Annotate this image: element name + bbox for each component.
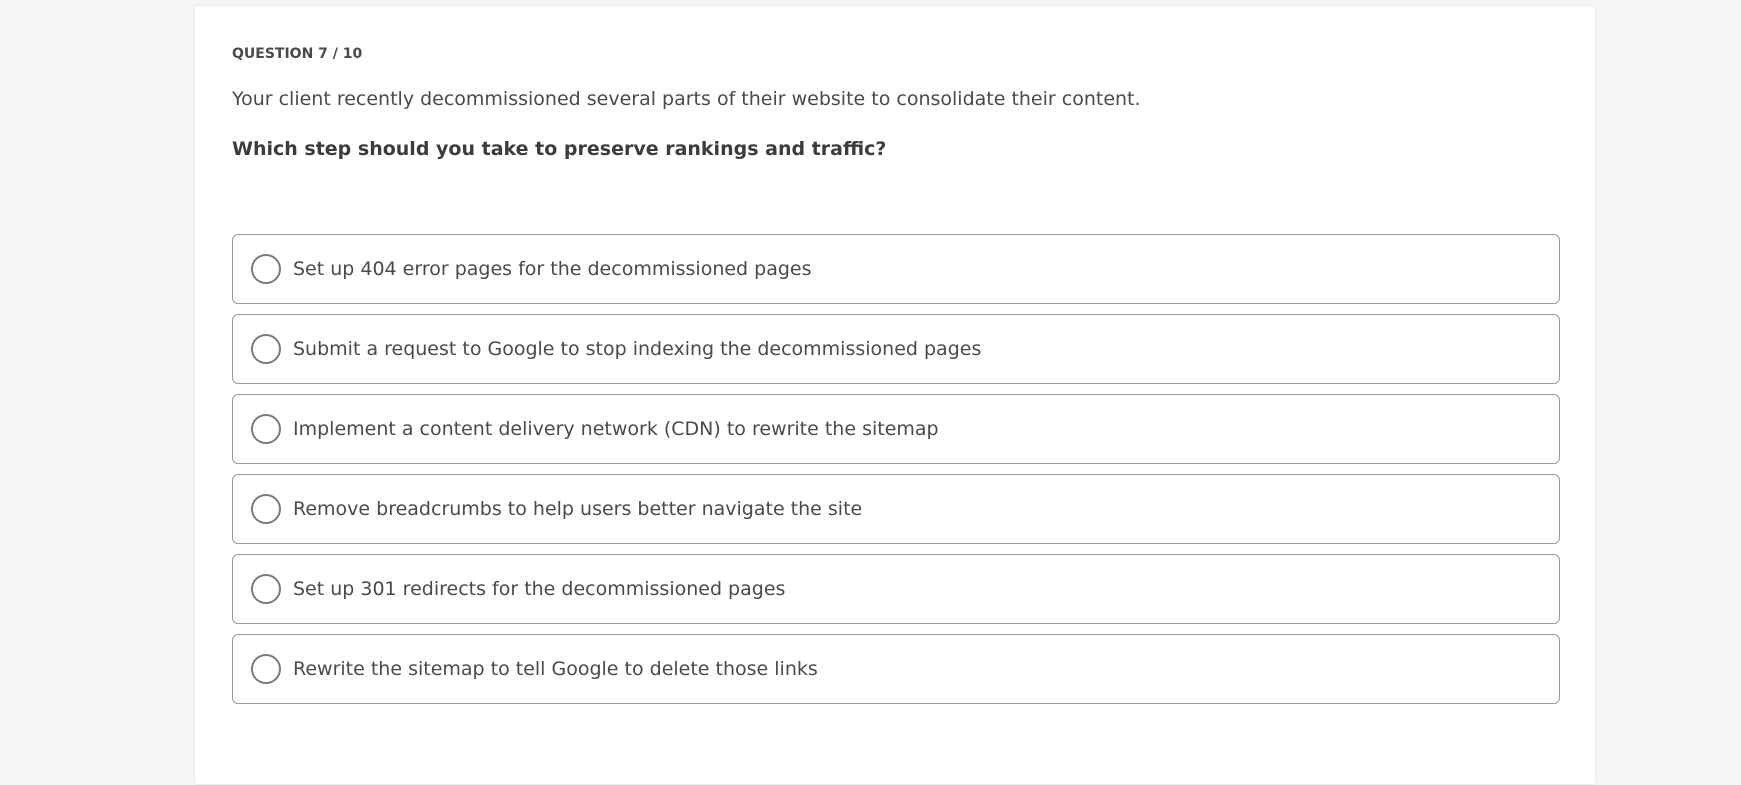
answer-option-label: Set up 301 redirects for the decommissio… xyxy=(293,578,786,600)
question-counter: QUESTION 7 / 10 xyxy=(232,46,363,62)
radio-unchecked-icon[interactable] xyxy=(251,414,281,444)
question-card: QUESTION 7 / 10 Your client recently dec… xyxy=(194,5,1596,785)
answer-option-label: Implement a content delivery network (CD… xyxy=(293,418,939,440)
answer-option-5[interactable]: Set up 301 redirects for the decommissio… xyxy=(232,554,1560,624)
radio-unchecked-icon[interactable] xyxy=(251,334,281,364)
radio-unchecked-icon[interactable] xyxy=(251,574,281,604)
answer-option-label: Remove breadcrumbs to help users better … xyxy=(293,498,863,520)
radio-unchecked-icon[interactable] xyxy=(251,654,281,684)
answer-option-3[interactable]: Implement a content delivery network (CD… xyxy=(232,394,1560,464)
answer-options: Set up 404 error pages for the decommiss… xyxy=(232,234,1560,714)
answer-option-2[interactable]: Submit a request to Google to stop index… xyxy=(232,314,1560,384)
answer-option-4[interactable]: Remove breadcrumbs to help users better … xyxy=(232,474,1560,544)
answer-option-label: Set up 404 error pages for the decommiss… xyxy=(293,258,812,280)
answer-option-1[interactable]: Set up 404 error pages for the decommiss… xyxy=(232,234,1560,304)
question-prompt: Your client recently decommissioned seve… xyxy=(232,88,1141,110)
radio-unchecked-icon[interactable] xyxy=(251,494,281,524)
answer-option-6[interactable]: Rewrite the sitemap to tell Google to de… xyxy=(232,634,1560,704)
question-text: Which step should you take to preserve r… xyxy=(232,138,887,160)
radio-unchecked-icon[interactable] xyxy=(251,254,281,284)
answer-option-label: Rewrite the sitemap to tell Google to de… xyxy=(293,658,818,680)
answer-option-label: Submit a request to Google to stop index… xyxy=(293,338,982,360)
